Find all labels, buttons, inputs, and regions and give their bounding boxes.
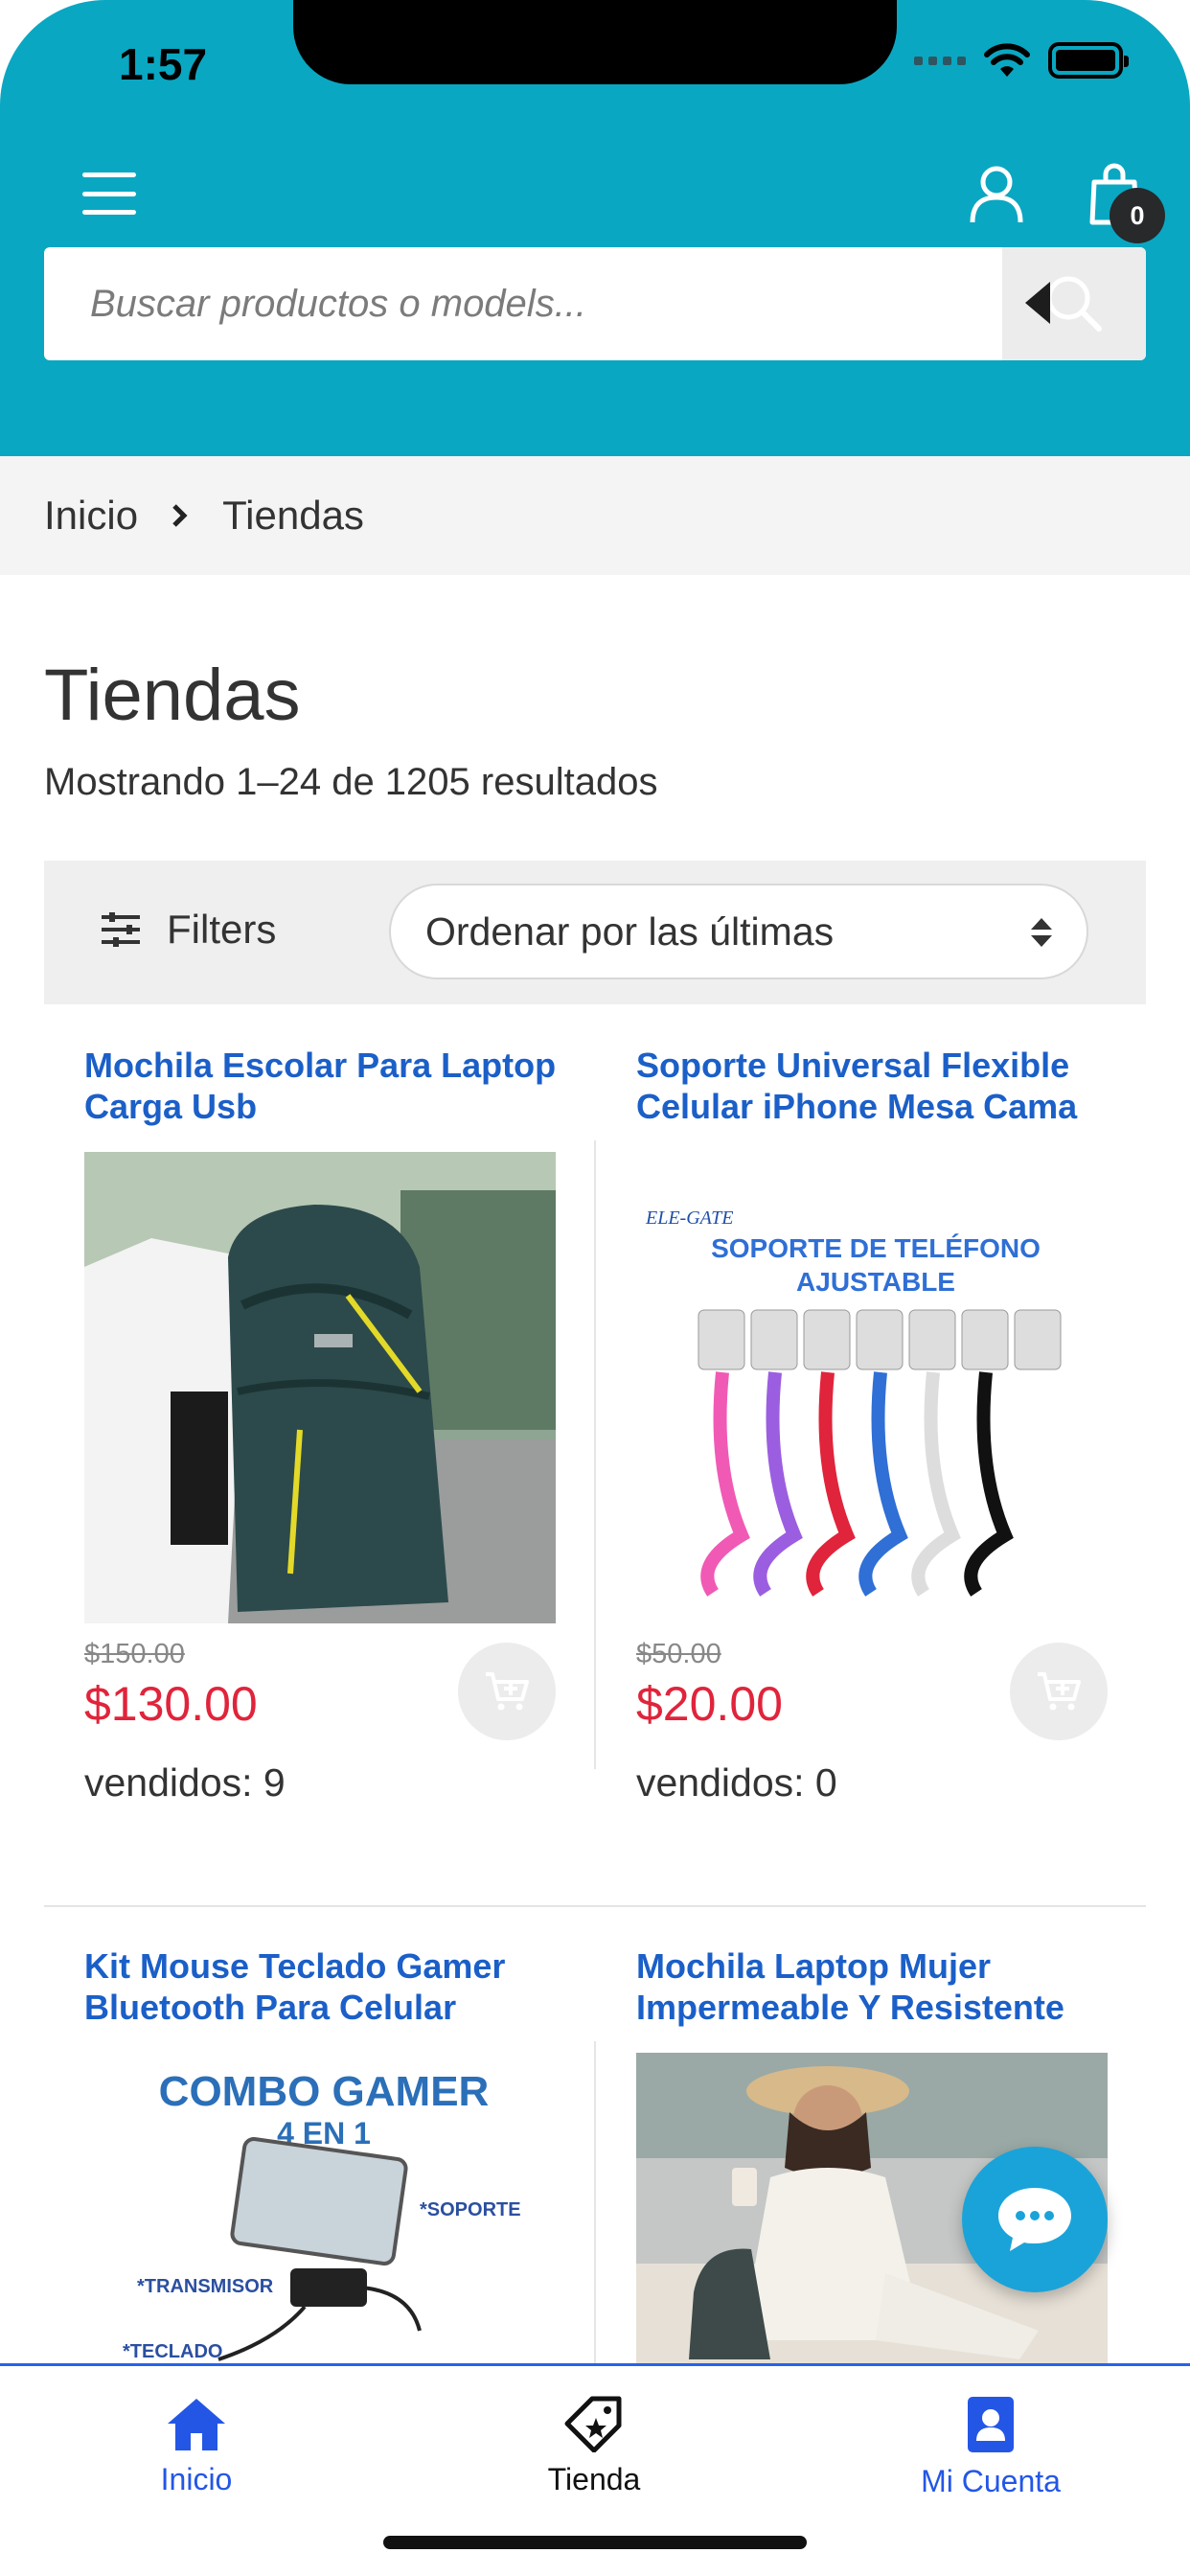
- product-title[interactable]: Mochila Escolar Para Laptop Carga Usb: [84, 1045, 563, 1131]
- filter-sliders-icon: [102, 912, 140, 947]
- brand-logo-text: ELE-GATE: [645, 1208, 733, 1229]
- chat-button[interactable]: [962, 2147, 1108, 2292]
- shop-toolbar: Filters Ordenar por las últimas: [44, 861, 1146, 1004]
- sort-select[interactable]: Ordenar por las últimas: [389, 884, 1088, 979]
- search-input[interactable]: [44, 247, 1002, 360]
- product-sold-count: vendidos: 0: [636, 1760, 837, 1805]
- caret-left-icon: [1025, 282, 1050, 324]
- chat-icon: [998, 2188, 1071, 2251]
- row-divider: [44, 1905, 1146, 1907]
- chevron-right-icon: [171, 502, 190, 529]
- add-to-cart-icon: [1038, 1672, 1081, 1711]
- svg-text:AJUSTABLE: AJUSTABLE: [796, 1267, 955, 1297]
- product-image-backpack[interactable]: [84, 1152, 556, 1623]
- filters-button[interactable]: Filters: [100, 907, 276, 953]
- product-title[interactable]: Mochila Laptop Mujer Impermeable Y Resis…: [636, 1945, 1115, 2032]
- status-icons: [914, 42, 1129, 79]
- wifi-icon: [984, 43, 1030, 77]
- add-to-cart-button[interactable]: [1010, 1643, 1108, 1740]
- product-title[interactable]: Soporte Universal Flexible Celular iPhon…: [636, 1045, 1115, 1131]
- breadcrumb-home-link[interactable]: Inicio: [44, 493, 138, 539]
- home-indicator: [383, 2536, 807, 2549]
- product-card[interactable]: Kit Mouse Teclado Gamer Bluetooth Para C…: [84, 1945, 563, 2379]
- add-to-cart-icon: [486, 1672, 529, 1711]
- product-card[interactable]: Mochila Escolar Para Laptop Carga Usb $1…: [84, 1045, 563, 1806]
- battery-icon: [1048, 42, 1129, 79]
- tab-label: Mi Cuenta: [921, 2464, 1061, 2498]
- product-sold-count: vendidos: 9: [84, 1760, 286, 1805]
- breadcrumb-current: Tiendas: [222, 493, 364, 538]
- filters-label: Filters: [167, 907, 277, 952]
- account-book-icon: [968, 2397, 1014, 2452]
- column-divider: [594, 2041, 596, 2363]
- svg-text:*TRANSMISOR: *TRANSMISOR: [137, 2276, 274, 2297]
- cart-count-badge: 0: [1110, 188, 1165, 243]
- tab-label: Inicio: [160, 2462, 233, 2496]
- device-notch: [293, 0, 897, 84]
- sort-selected-value: Ordenar por las últimas: [425, 908, 835, 954]
- search-bar: [44, 247, 1146, 360]
- column-divider: [594, 1140, 596, 1769]
- signal-icon: [914, 56, 966, 65]
- user-icon[interactable]: [968, 165, 1025, 224]
- page-title: Tiendas: [44, 655, 301, 736]
- hamburger-icon[interactable]: [82, 172, 136, 215]
- svg-text:*TECLADO: *TECLADO: [123, 2341, 222, 2362]
- tab-inicio[interactable]: Inicio: [72, 2395, 321, 2497]
- status-time: 1:57: [119, 39, 208, 89]
- tab-label: Tienda: [547, 2462, 641, 2496]
- svg-text:SOPORTE DE TELÉFONO: SOPORTE DE TELÉFONO: [711, 1233, 1041, 1263]
- breadcrumb: Inicio Tiendas: [0, 456, 1190, 575]
- svg-text:COMBO GAMER: COMBO GAMER: [159, 2068, 490, 2115]
- add-to-cart-button[interactable]: [458, 1643, 556, 1740]
- results-count: Mostrando 1–24 de 1205 resultados: [44, 761, 658, 803]
- store-tag-icon: [564, 2396, 622, 2452]
- search-icon: [1046, 276, 1102, 332]
- sort-arrows-icon: [1031, 918, 1052, 947]
- home-icon: [168, 2399, 225, 2450]
- product-title[interactable]: Kit Mouse Teclado Gamer Bluetooth Para C…: [84, 1945, 563, 2032]
- tab-mi-cuenta[interactable]: Mi Cuenta: [866, 2395, 1115, 2499]
- product-card[interactable]: Soporte Universal Flexible Celular iPhon…: [636, 1045, 1115, 1806]
- tab-tienda[interactable]: Tienda: [469, 2395, 719, 2497]
- svg-text:*SOPORTE: *SOPORTE: [420, 2199, 521, 2220]
- product-image-gamer-kit[interactable]: COMBO GAMER 4 EN 1 *SOPORTE *TRANSMISOR …: [84, 2053, 556, 2379]
- product-image-phone-holder[interactable]: ELE-GATE SOPORTE DE TELÉFONO AJUSTABLE: [636, 1152, 1108, 1623]
- app-header: 1:57 0: [0, 0, 1190, 456]
- search-button[interactable]: [1002, 247, 1146, 360]
